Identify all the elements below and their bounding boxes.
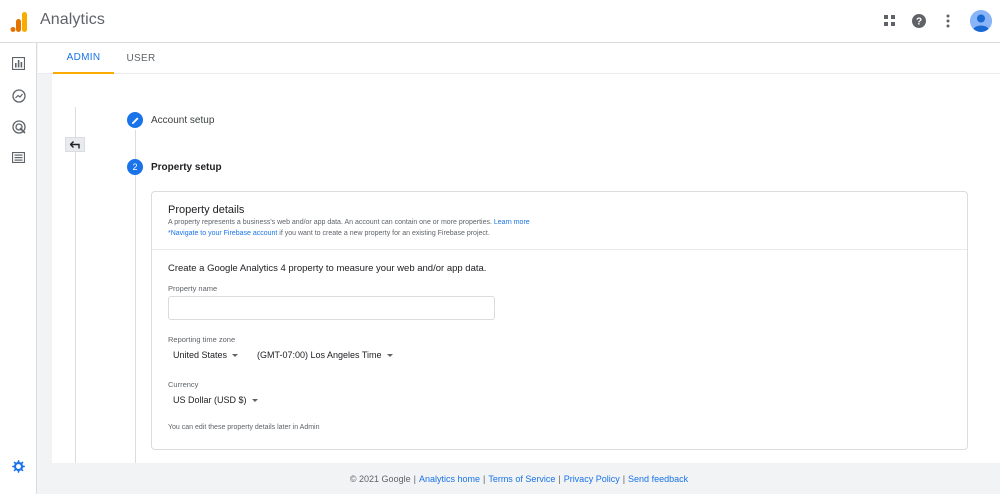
gear-icon[interactable] xyxy=(10,458,27,475)
advertising-icon[interactable] xyxy=(10,118,27,135)
stepper-line xyxy=(135,130,136,463)
firebase-link[interactable]: *Navigate to your Firebase account xyxy=(168,230,277,237)
step-property-setup: Property setup xyxy=(151,162,222,173)
timezone-value: (GMT-07:00) Los Angeles Time xyxy=(257,350,382,360)
tab-user[interactable]: USER xyxy=(120,43,162,74)
card-header: Property details A property represents a… xyxy=(152,192,967,250)
left-nav xyxy=(0,43,37,494)
footer: © 2021 Google | Analytics home | Terms o… xyxy=(38,463,1000,494)
separator: | xyxy=(482,473,486,484)
card-title: Property details xyxy=(168,204,245,216)
admin-user-tabs: ADMIN USER xyxy=(38,43,1000,74)
step-2-number: 2 xyxy=(127,159,143,175)
step-1-done-icon xyxy=(127,112,143,128)
country-value: United States xyxy=(173,350,228,360)
firebase-text: if you want to create a new property for… xyxy=(279,230,490,237)
learn-more-link[interactable]: Learn more xyxy=(494,219,530,226)
copyright-text: © 2021 Google xyxy=(349,473,411,484)
card-description-text: A property represents a business's web a… xyxy=(168,219,492,226)
top-bar: Analytics ? xyxy=(0,0,1000,43)
back-arrow-icon xyxy=(70,140,80,148)
edit-later-note: You can edit these property details late… xyxy=(168,424,320,431)
footer-link-analytics-home[interactable]: Analytics home xyxy=(419,474,480,484)
apps-grid-icon[interactable] xyxy=(878,9,902,33)
footer-link-privacy[interactable]: Privacy Policy xyxy=(564,474,620,484)
timezone-select[interactable]: (GMT-07:00) Los Angeles Time xyxy=(257,350,393,360)
currency-value: US Dollar (USD $) xyxy=(173,395,247,405)
help-icon[interactable]: ? xyxy=(907,9,931,33)
analytics-logo[interactable] xyxy=(10,12,28,32)
explore-icon[interactable] xyxy=(10,87,27,104)
chevron-down-icon xyxy=(232,353,239,357)
firebase-description: *Navigate to your Firebase account if yo… xyxy=(168,230,490,237)
svg-text:?: ? xyxy=(916,17,922,28)
tab-admin[interactable]: ADMIN xyxy=(53,43,114,74)
currency-select[interactable]: US Dollar (USD $) xyxy=(173,395,258,405)
timezone-label: Reporting time zone xyxy=(168,335,236,344)
app-title: Analytics xyxy=(40,11,105,28)
list-icon[interactable] xyxy=(10,149,27,166)
country-select[interactable]: United States xyxy=(173,350,239,360)
separator: | xyxy=(558,473,561,484)
pencil-icon xyxy=(131,117,138,124)
footer-link-terms[interactable]: Terms of Service xyxy=(488,474,555,484)
property-details-card: Property details A property represents a… xyxy=(151,191,968,450)
bar-chart-icon[interactable] xyxy=(10,55,27,72)
back-button[interactable] xyxy=(65,137,85,152)
step-account-setup[interactable]: Account setup xyxy=(151,115,214,126)
more-vert-icon[interactable] xyxy=(936,9,960,33)
property-name-label: Property name xyxy=(168,284,218,293)
card-description: A property represents a business's web a… xyxy=(168,219,530,226)
footer-link-feedback[interactable]: Send feedback xyxy=(628,474,688,484)
card-intro: Create a Google Analytics 4 property to … xyxy=(168,263,487,274)
chevron-down-icon xyxy=(386,353,393,357)
header-actions: ? xyxy=(873,9,992,33)
separator: | xyxy=(413,473,416,484)
property-name-input[interactable] xyxy=(168,296,495,320)
account-avatar[interactable] xyxy=(970,10,992,32)
divider-line xyxy=(75,107,76,463)
currency-label: Currency xyxy=(168,380,199,389)
separator: | xyxy=(622,473,626,484)
main-panel: Account setup 2 Property setup Property … xyxy=(52,74,1000,463)
chevron-down-icon xyxy=(251,398,258,402)
